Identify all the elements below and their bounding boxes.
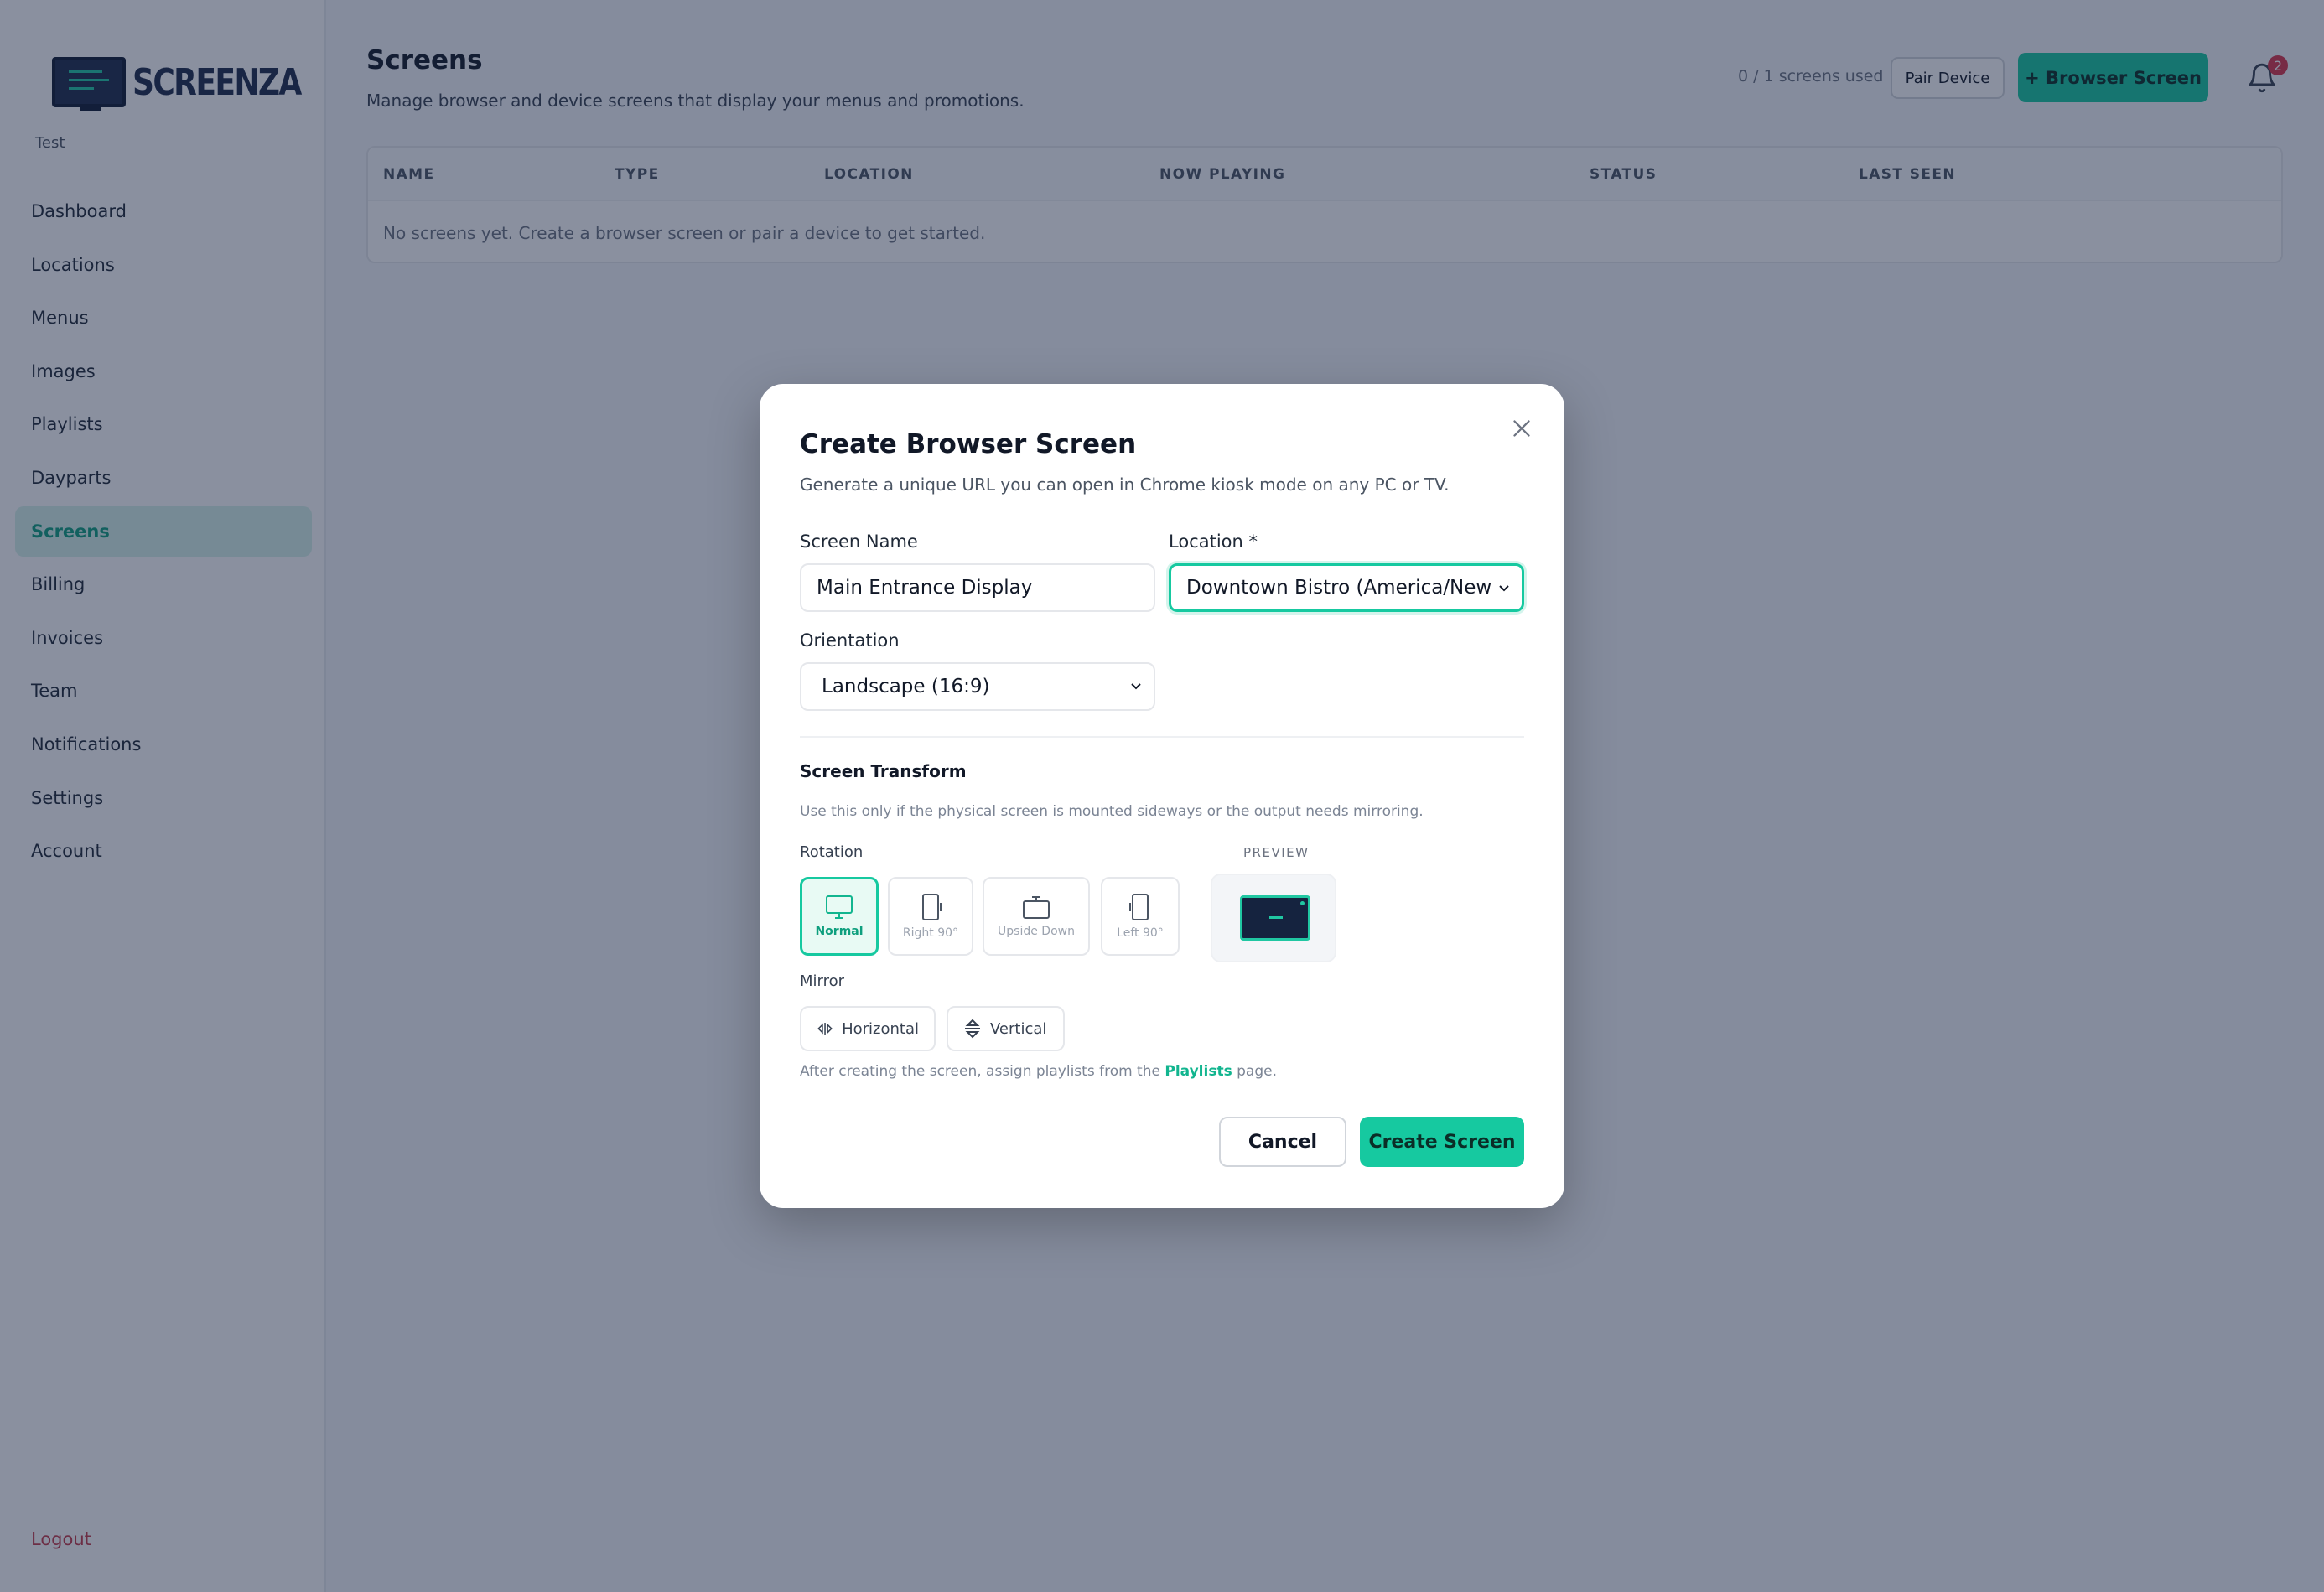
mirror-label: Mirror: [800, 972, 845, 990]
screen-name-input[interactable]: Main Entrance Display: [800, 563, 1155, 612]
rotation-label: Rotation: [800, 843, 864, 861]
flip-horizontal-icon: [817, 1023, 833, 1035]
upside-down-icon: [1023, 896, 1050, 919]
chevron-down-icon: [1499, 585, 1509, 592]
location-label: Location *: [1169, 532, 1258, 552]
rotation-upside-down-label: Upside Down: [998, 925, 1075, 938]
orientation-select[interactable]: Landscape (16:9): [800, 662, 1155, 711]
rotation-upside-down-button[interactable]: Upside Down: [983, 877, 1090, 956]
preview-label: PREVIEW: [1243, 845, 1310, 860]
screen-transform-help: Use this only if the physical screen is …: [800, 803, 1424, 820]
section-divider: [800, 736, 1524, 738]
monitor-icon: [826, 895, 853, 919]
create-screen-button[interactable]: Create Screen: [1360, 1117, 1524, 1167]
playlists-link[interactable]: Playlists: [1165, 1063, 1232, 1080]
dialog-title: Create Browser Screen: [800, 429, 1137, 459]
orientation-select-value: Landscape (16:9): [822, 676, 990, 697]
create-browser-screen-dialog: Create Browser Screen Generate a unique …: [760, 384, 1564, 1208]
mirror-horizontal-button[interactable]: Horizontal: [800, 1006, 936, 1051]
preview-screen: [1240, 895, 1310, 941]
cancel-button[interactable]: Cancel: [1219, 1117, 1346, 1167]
rotation-normal-label: Normal: [815, 925, 864, 938]
chevron-down-icon: [1131, 683, 1141, 690]
mirror-vertical-button[interactable]: Vertical: [947, 1006, 1065, 1051]
footnote-suffix: page.: [1232, 1063, 1277, 1080]
screen-transform-title: Screen Transform: [800, 761, 967, 781]
dialog-subtitle: Generate a unique URL you can open in Ch…: [800, 474, 1450, 495]
screen-name-label: Screen Name: [800, 532, 918, 552]
location-select[interactable]: Downtown Bistro (America/New: [1169, 563, 1524, 612]
mirror-horizontal-label: Horizontal: [842, 1019, 919, 1038]
orientation-label: Orientation: [800, 630, 900, 651]
rotate-left-icon: [1129, 894, 1149, 920]
rotate-right-icon: [922, 894, 942, 920]
close-icon[interactable]: [1507, 414, 1536, 443]
footnote-prefix: After creating the screen, assign playli…: [800, 1063, 1165, 1080]
rotation-left-90-button[interactable]: Left 90°: [1101, 877, 1180, 956]
rotation-normal-button[interactable]: Normal: [800, 877, 879, 956]
location-select-value: Downtown Bistro (America/New: [1186, 577, 1492, 599]
screen-preview: [1211, 874, 1336, 962]
rotation-right-90-button[interactable]: Right 90°: [888, 877, 973, 956]
mirror-vertical-label: Vertical: [990, 1019, 1047, 1038]
playlists-footnote: After creating the screen, assign playli…: [800, 1063, 1277, 1080]
rotation-left-90-label: Left 90°: [1117, 926, 1164, 940]
flip-vertical-icon: [965, 1019, 980, 1039]
rotation-right-90-label: Right 90°: [902, 926, 959, 940]
